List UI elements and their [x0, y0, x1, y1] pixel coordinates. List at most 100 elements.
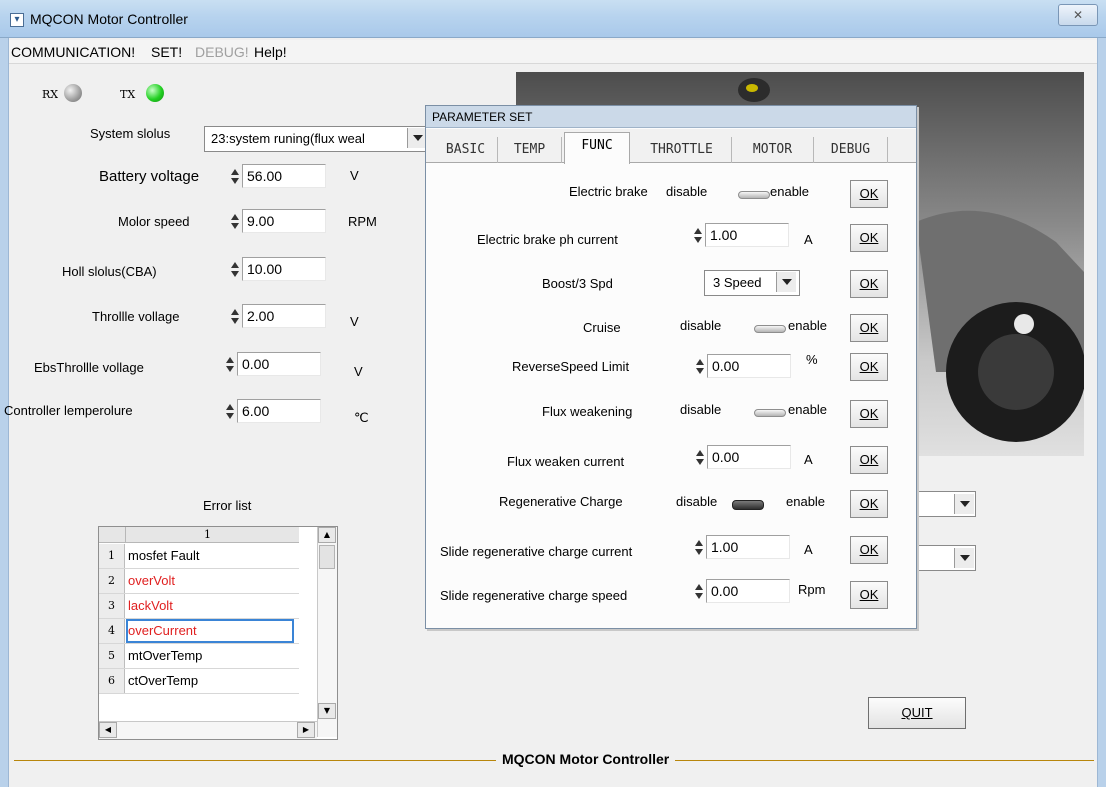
- enable-label: enable: [788, 318, 828, 333]
- spin-arrows-icon[interactable]: [694, 448, 706, 468]
- rx-led-icon: [64, 84, 82, 102]
- spin-arrows-icon[interactable]: [692, 226, 704, 246]
- controller-temperature-field[interactable]: 6.00: [237, 399, 321, 423]
- spin-arrows-icon[interactable]: [229, 212, 241, 232]
- ok-button[interactable]: OK: [850, 536, 888, 564]
- throttle-voltage-field[interactable]: 2.00: [242, 304, 326, 328]
- brake-current-field[interactable]: 1.00: [705, 223, 789, 247]
- quit-button[interactable]: QUIT: [868, 697, 966, 729]
- spin-arrows-icon[interactable]: [229, 307, 241, 327]
- row-value: lackVolt: [128, 598, 173, 613]
- dialog-title: PARAMETER SET: [426, 106, 916, 128]
- reverse-speed-unit: %: [806, 352, 818, 367]
- battery-voltage-field[interactable]: 56.00: [242, 164, 326, 188]
- menu-communication[interactable]: COMMUNICATION!: [11, 44, 135, 60]
- column-header[interactable]: 1: [204, 528, 211, 541]
- ok-button[interactable]: OK: [850, 353, 888, 381]
- row-value: mosfet Fault: [128, 548, 200, 563]
- spin-arrows-icon[interactable]: [224, 355, 236, 375]
- flux-weakening-toggle[interactable]: [752, 406, 786, 418]
- tab-bar: BASIC TEMP FUNC THROTTLE MOTOR DEBUG: [426, 129, 916, 164]
- tab-debug[interactable]: DEBUG: [814, 137, 888, 163]
- tx-led-icon: [146, 84, 164, 102]
- hall-status-field[interactable]: 10.00: [242, 257, 326, 281]
- tx-label: TX: [120, 88, 136, 101]
- vertical-scrollbar[interactable]: ▲ ▼: [317, 527, 337, 737]
- regen-charge-label: Regenerative Charge: [499, 494, 623, 509]
- row-number: 5: [99, 644, 125, 668]
- window-frame-right: [1097, 38, 1106, 787]
- chevron-down-icon[interactable]: [407, 128, 427, 148]
- spin-arrows-icon[interactable]: [229, 260, 241, 280]
- ok-button[interactable]: OK: [850, 224, 888, 252]
- error-list-title: Error list: [203, 498, 252, 513]
- motor-speed-unit: RPM: [348, 214, 377, 229]
- regen-charge-toggle[interactable]: [730, 498, 764, 510]
- reverse-speed-field[interactable]: 0.00: [707, 354, 791, 378]
- row-number: 3: [99, 594, 125, 618]
- tab-throttle[interactable]: THROTTLE: [632, 137, 732, 163]
- ok-button[interactable]: OK: [850, 490, 888, 518]
- horizontal-scrollbar[interactable]: ◀ ▶: [99, 721, 317, 739]
- system-status-dropdown[interactable]: 23:system runing(flux weal: [204, 126, 428, 152]
- table-row[interactable]: 2 overVolt: [99, 569, 299, 594]
- menu-help[interactable]: Help!: [254, 44, 287, 60]
- scroll-left-icon[interactable]: ◀: [99, 722, 117, 738]
- table-row[interactable]: 5 mtOverTemp: [99, 644, 299, 669]
- scroll-right-icon[interactable]: ▶: [297, 722, 315, 738]
- disable-label: disable: [680, 402, 722, 417]
- error-list-header: 1: [99, 527, 299, 543]
- tab-func[interactable]: FUNC: [564, 132, 630, 164]
- spin-arrows-icon[interactable]: [693, 582, 705, 602]
- menu-set[interactable]: SET!: [151, 44, 182, 60]
- system-status-value: 23:system runing(flux weal: [211, 131, 365, 146]
- slide-speed-label: Slide regenerative charge speed: [440, 588, 628, 603]
- spin-arrows-icon[interactable]: [229, 167, 241, 187]
- disable-label: disable: [680, 318, 722, 333]
- slide-current-field[interactable]: 1.00: [706, 535, 790, 559]
- chevron-down-icon[interactable]: [954, 548, 974, 568]
- ok-button[interactable]: OK: [850, 270, 888, 298]
- slide-current-unit: A: [804, 542, 813, 557]
- table-row[interactable]: 3 lackVolt: [99, 594, 299, 619]
- scroll-thumb[interactable]: [319, 545, 335, 569]
- ok-button[interactable]: OK: [850, 446, 888, 474]
- table-row[interactable]: 1 mosfet Fault: [99, 544, 299, 569]
- ok-button[interactable]: OK: [850, 400, 888, 428]
- reverse-speed-label: ReverseSpeed Limit: [512, 359, 630, 374]
- scroll-down-icon[interactable]: ▼: [318, 703, 336, 719]
- cruise-toggle[interactable]: [752, 322, 786, 334]
- chevron-down-icon[interactable]: [954, 494, 974, 514]
- electric-brake-toggle[interactable]: [736, 188, 770, 200]
- close-button[interactable]: ✕: [1058, 4, 1098, 26]
- tab-basic[interactable]: BASIC: [434, 137, 498, 163]
- enable-label: enable: [788, 402, 828, 417]
- ok-button[interactable]: OK: [850, 314, 888, 342]
- flux-current-field[interactable]: 0.00: [707, 445, 791, 469]
- table-row[interactable]: 6 ctOverTemp: [99, 669, 299, 694]
- tab-temp[interactable]: TEMP: [498, 137, 562, 163]
- spin-arrows-icon[interactable]: [224, 402, 236, 422]
- brake-current-unit: A: [804, 232, 813, 247]
- flux-current-label: Flux weaken current: [507, 454, 625, 469]
- spin-arrows-icon[interactable]: [693, 538, 705, 558]
- table-row[interactable]: 4 overCurrent: [99, 619, 299, 644]
- spin-arrows-icon[interactable]: [694, 357, 706, 377]
- throttle-voltage-label: Throllle vollage: [92, 309, 180, 324]
- motor-speed-field[interactable]: 9.00: [242, 209, 326, 233]
- ebs-throttle-voltage-field[interactable]: 0.00: [237, 352, 321, 376]
- slide-speed-field[interactable]: 0.00: [706, 579, 790, 603]
- ok-button[interactable]: OK: [850, 581, 888, 609]
- motor-speed-label: Molor speed: [118, 214, 190, 229]
- menu-bar: COMMUNICATION! SET! DEBUG! Help!: [9, 40, 1097, 64]
- tab-motor[interactable]: MOTOR: [732, 137, 814, 163]
- scroll-up-icon[interactable]: ▲: [318, 527, 336, 543]
- error-list-grid[interactable]: 1 1 mosfet Fault 2 overVolt 3 lackVolt 4…: [98, 526, 338, 740]
- chevron-down-icon[interactable]: [776, 272, 796, 292]
- slide-speed-unit: Rpm: [798, 582, 826, 597]
- ok-button[interactable]: OK: [850, 180, 888, 208]
- disable-label: disable: [666, 184, 708, 199]
- flux-weakening-label: Flux weakening: [542, 404, 633, 419]
- controller-temperature-label: Controller lemperolure: [4, 403, 133, 418]
- window-title: MQCON Motor Controller: [30, 11, 188, 27]
